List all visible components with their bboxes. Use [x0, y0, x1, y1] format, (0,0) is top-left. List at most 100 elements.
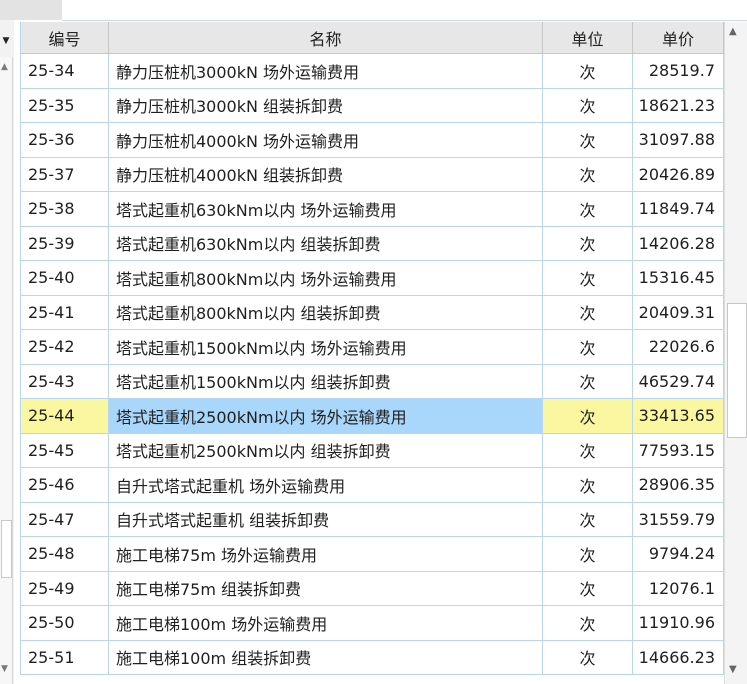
cell-unit[interactable]: 次 [543, 226, 633, 261]
table-row[interactable]: 25-34 静力压桩机3000kN 场外运输费用次 28519.7 [20, 54, 724, 89]
cell-unit[interactable]: 次 [543, 192, 633, 227]
panel-tab[interactable] [0, 0, 62, 20]
cell-unit[interactable]: 次 [543, 123, 633, 158]
cell-code[interactable]: 25-34 [20, 54, 109, 89]
cell-name[interactable]: 塔式起重机2500kNm以内 组装拆卸费 [109, 433, 543, 468]
cell-code[interactable]: 25-35 [20, 88, 109, 123]
left-scrollbar[interactable] [0, 57, 13, 684]
table-row[interactable]: 25-46 自升式塔式起重机 场外运输费用次 28906.35 [20, 468, 724, 503]
cell-price[interactable]: 28519.7 [633, 54, 724, 89]
table-row[interactable]: 25-44 塔式起重机2500kNm以内 场外运输费用次 33413.65 [20, 399, 724, 434]
cell-code[interactable]: 25-49 [20, 571, 109, 606]
cell-name[interactable]: 施工电梯100m 场外运输费用 [109, 606, 543, 641]
cell-price[interactable]: 11910.96 [633, 606, 724, 641]
table-row[interactable]: 25-45 塔式起重机2500kNm以内 组装拆卸费次 77593.15 [20, 433, 724, 468]
cell-price[interactable]: 33413.65 [633, 399, 724, 434]
cell-unit[interactable]: 次 [543, 433, 633, 468]
cell-code[interactable]: 25-38 [20, 192, 109, 227]
cell-price[interactable]: 31097.88 [633, 123, 724, 158]
table-row[interactable]: 25-49 施工电梯75m 组装拆卸费次 12076.1 [20, 571, 724, 606]
cell-name[interactable]: 自升式塔式起重机 场外运输费用 [109, 468, 543, 503]
table-row[interactable]: 25-40 塔式起重机800kNm以内 场外运输费用次 15316.45 [20, 261, 724, 296]
cell-code[interactable]: 25-48 [20, 537, 109, 572]
cell-price[interactable]: 9794.24 [633, 537, 724, 572]
cell-unit[interactable]: 次 [543, 606, 633, 641]
table-row[interactable]: 25-39 塔式起重机630kNm以内 组装拆卸费次 14206.28 [20, 226, 724, 261]
cell-code[interactable]: 25-43 [20, 364, 109, 399]
caret-down-icon[interactable]: ▼ [0, 30, 12, 52]
cell-name[interactable]: 施工电梯75m 组装拆卸费 [109, 571, 543, 606]
cell-code[interactable]: 25-47 [20, 502, 109, 537]
cell-price[interactable]: 20409.31 [633, 295, 724, 330]
cell-name[interactable]: 塔式起重机800kNm以内 场外运输费用 [109, 261, 543, 296]
cell-unit[interactable]: 次 [543, 261, 633, 296]
table-row[interactable]: 25-38 塔式起重机630kNm以内 场外运输费用次 11849.74 [20, 192, 724, 227]
table-row[interactable]: 25-35 静力压桩机3000kN 组装拆卸费次 18621.23 [20, 88, 724, 123]
column-header-price[interactable]: 单价 [633, 22, 724, 54]
cell-unit[interactable]: 次 [543, 640, 633, 675]
cell-code[interactable]: 25-36 [20, 123, 109, 158]
cell-unit[interactable]: 次 [543, 157, 633, 192]
cell-name[interactable]: 塔式起重机630kNm以内 组装拆卸费 [109, 226, 543, 261]
cell-name[interactable]: 静力压桩机3000kN 组装拆卸费 [109, 88, 543, 123]
scroll-down-arrow-icon[interactable]: ▼ [1, 664, 8, 674]
cell-price[interactable]: 22026.6 [633, 330, 724, 365]
table-row[interactable]: 25-50 施工电梯100m 场外运输费用次 11910.96 [20, 606, 724, 641]
cell-unit[interactable]: 次 [543, 88, 633, 123]
table-row[interactable]: 25-41 塔式起重机800kNm以内 组装拆卸费次 20409.31 [20, 295, 724, 330]
cell-code[interactable]: 25-40 [20, 261, 109, 296]
cell-name[interactable]: 施工电梯100m 组装拆卸费 [109, 640, 543, 675]
cell-unit[interactable]: 次 [543, 468, 633, 503]
cell-name[interactable]: 塔式起重机800kNm以内 组装拆卸费 [109, 295, 543, 330]
cell-code[interactable]: 25-51 [20, 640, 109, 675]
cell-unit[interactable]: 次 [543, 571, 633, 606]
cell-code[interactable]: 25-45 [20, 433, 109, 468]
cell-code[interactable]: 25-41 [20, 295, 109, 330]
cell-unit[interactable]: 次 [543, 54, 633, 89]
cell-price[interactable]: 31559.79 [633, 502, 724, 537]
right-scrollbar-thumb[interactable] [727, 303, 747, 438]
column-header-name[interactable]: 名称 [109, 22, 543, 54]
cell-unit[interactable]: 次 [543, 502, 633, 537]
cell-unit[interactable]: 次 [543, 330, 633, 365]
cell-unit[interactable]: 次 [543, 364, 633, 399]
cell-name[interactable]: 静力压桩机4000kN 组装拆卸费 [109, 157, 543, 192]
column-header-code[interactable]: 编号 [20, 22, 109, 54]
cell-price[interactable]: 18621.23 [633, 88, 724, 123]
cell-name[interactable]: 塔式起重机630kNm以内 场外运输费用 [109, 192, 543, 227]
table-row[interactable]: 25-48 施工电梯75m 场外运输费用次 9794.24 [20, 537, 724, 572]
cell-code[interactable]: 25-50 [20, 606, 109, 641]
cell-unit[interactable]: 次 [543, 537, 633, 572]
cell-name[interactable]: 自升式塔式起重机 组装拆卸费 [109, 502, 543, 537]
cell-code[interactable]: 25-42 [20, 330, 109, 365]
cell-code[interactable]: 25-37 [20, 157, 109, 192]
scroll-down-arrow-icon[interactable]: ▼ [729, 664, 737, 675]
cell-name[interactable]: 塔式起重机1500kNm以内 场外运输费用 [109, 330, 543, 365]
cell-name[interactable]: 静力压桩机4000kN 场外运输费用 [109, 123, 543, 158]
table-row[interactable]: 25-37 静力压桩机4000kN 组装拆卸费次 20426.89 [20, 157, 724, 192]
cell-price[interactable]: 15316.45 [633, 261, 724, 296]
table-row[interactable]: 25-36 静力压桩机4000kN 场外运输费用次 31097.88 [20, 123, 724, 158]
cell-price[interactable]: 14206.28 [633, 226, 724, 261]
left-scrollbar-thumb[interactable] [1, 520, 12, 578]
cell-name[interactable]: 静力压桩机3000kN 场外运输费用 [109, 54, 543, 89]
cell-code[interactable]: 25-39 [20, 226, 109, 261]
cell-code[interactable]: 25-46 [20, 468, 109, 503]
cell-name[interactable]: 塔式起重机2500kNm以内 场外运输费用 [109, 399, 543, 434]
cell-unit[interactable]: 次 [543, 295, 633, 330]
scroll-up-arrow-icon[interactable]: ▲ [729, 26, 737, 37]
table-row[interactable]: 25-51 施工电梯100m 组装拆卸费次 14666.23 [20, 640, 724, 675]
column-header-unit[interactable]: 单位 [543, 22, 633, 54]
cell-name[interactable]: 施工电梯75m 场外运输费用 [109, 537, 543, 572]
cell-price[interactable]: 20426.89 [633, 157, 724, 192]
cell-price[interactable]: 46529.74 [633, 364, 724, 399]
table-row[interactable]: 25-42 塔式起重机1500kNm以内 场外运输费用次 22026.6 [20, 330, 724, 365]
cell-code[interactable]: 25-44 [20, 399, 109, 434]
cell-name[interactable]: 塔式起重机1500kNm以内 组装拆卸费 [109, 364, 543, 399]
table-row[interactable]: 25-43 塔式起重机1500kNm以内 组装拆卸费次 46529.74 [20, 364, 724, 399]
table-row[interactable]: 25-47 自升式塔式起重机 组装拆卸费次 31559.79 [20, 502, 724, 537]
cell-price[interactable]: 14666.23 [633, 640, 724, 675]
cell-price[interactable]: 11849.74 [633, 192, 724, 227]
cell-price[interactable]: 12076.1 [633, 571, 724, 606]
scroll-up-arrow-icon[interactable]: ▲ [1, 62, 8, 72]
